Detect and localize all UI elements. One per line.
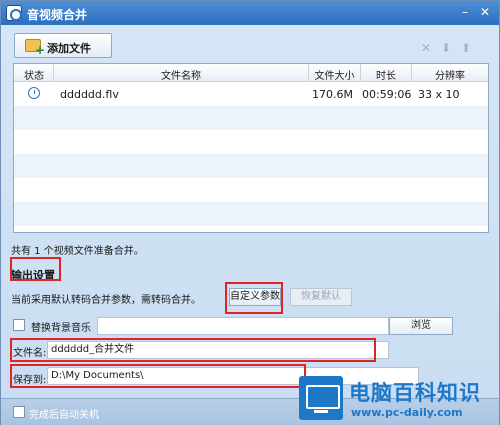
add-file-label: 添加文件 <box>47 42 91 55</box>
close-button[interactable]: ✕ <box>477 4 493 20</box>
column-header-status[interactable]: 状态 <box>20 67 48 82</box>
duration-cell: 00:59:06 <box>362 88 412 101</box>
empty-row <box>14 178 488 202</box>
file-size-cell: 170.6M <box>312 88 353 101</box>
bgm-path-input[interactable] <box>97 317 389 335</box>
app-icon <box>6 5 22 21</box>
app-window: 音视频合并 – ✕ 添加文件 ✕ ⬇ ⬆ 状态 文件名称 文件大小 时长 分辨率… <box>0 0 500 425</box>
highlight-box <box>10 257 61 281</box>
watermark-title: 电脑百科知识 <box>349 381 481 405</box>
file-table: 状态 文件名称 文件大小 时长 分辨率 dddddd.flv 170.6M 00… <box>13 63 489 233</box>
file-name-cell: dddddd.flv <box>60 88 119 101</box>
add-file-button[interactable]: 添加文件 <box>14 33 112 58</box>
empty-row <box>14 202 488 226</box>
highlight-box <box>225 282 283 314</box>
title-bar: 音视频合并 – ✕ <box>1 1 499 25</box>
table-header: 状态 文件名称 文件大小 时长 分辨率 <box>14 64 488 82</box>
table-row[interactable]: dddddd.flv 170.6M 00:59:06 33 x 10 <box>14 82 488 106</box>
delete-icon[interactable]: ✕ <box>419 41 433 55</box>
list-toolbar: ✕ ⬇ ⬆ <box>419 41 475 55</box>
folder-add-icon <box>25 39 45 57</box>
arrow-down-icon[interactable]: ⬇ <box>439 41 453 55</box>
column-header-name[interactable]: 文件名称 <box>54 67 308 82</box>
column-header-duration[interactable]: 时长 <box>361 67 411 82</box>
empty-row <box>14 130 488 154</box>
minimize-button[interactable]: – <box>457 4 473 20</box>
summary-text: 共有 1 个视频文件准备合并。 <box>11 246 144 257</box>
auto-shutdown-checkbox[interactable] <box>13 406 25 418</box>
arrow-up-icon[interactable]: ⬆ <box>459 41 473 55</box>
column-header-resolution[interactable]: 分辨率 <box>412 67 488 82</box>
monitor-logo-icon <box>299 376 343 420</box>
auto-shutdown-label: 完成后自动关机 <box>29 410 99 421</box>
window-title: 音视频合并 <box>27 8 88 22</box>
replace-bgm-checkbox[interactable] <box>13 319 25 331</box>
highlight-box <box>10 338 376 362</box>
watermark: 电脑百科知识 www.pc-daily.com <box>299 371 500 425</box>
browse-button[interactable]: 浏览 <box>389 317 453 335</box>
highlight-box <box>10 364 306 388</box>
clock-icon <box>28 87 40 99</box>
resolution-cell: 33 x 10 <box>418 88 460 101</box>
empty-row <box>14 154 488 178</box>
params-description: 当前采用默认转码合并参数，需转码合并。 <box>11 295 201 306</box>
watermark-url: www.pc-daily.com <box>351 406 463 419</box>
column-header-size[interactable]: 文件大小 <box>309 67 360 82</box>
empty-row <box>14 106 488 130</box>
replace-bgm-label: 替换背景音乐 <box>31 323 91 334</box>
restore-default-button[interactable]: 恢复默认 <box>290 288 352 306</box>
